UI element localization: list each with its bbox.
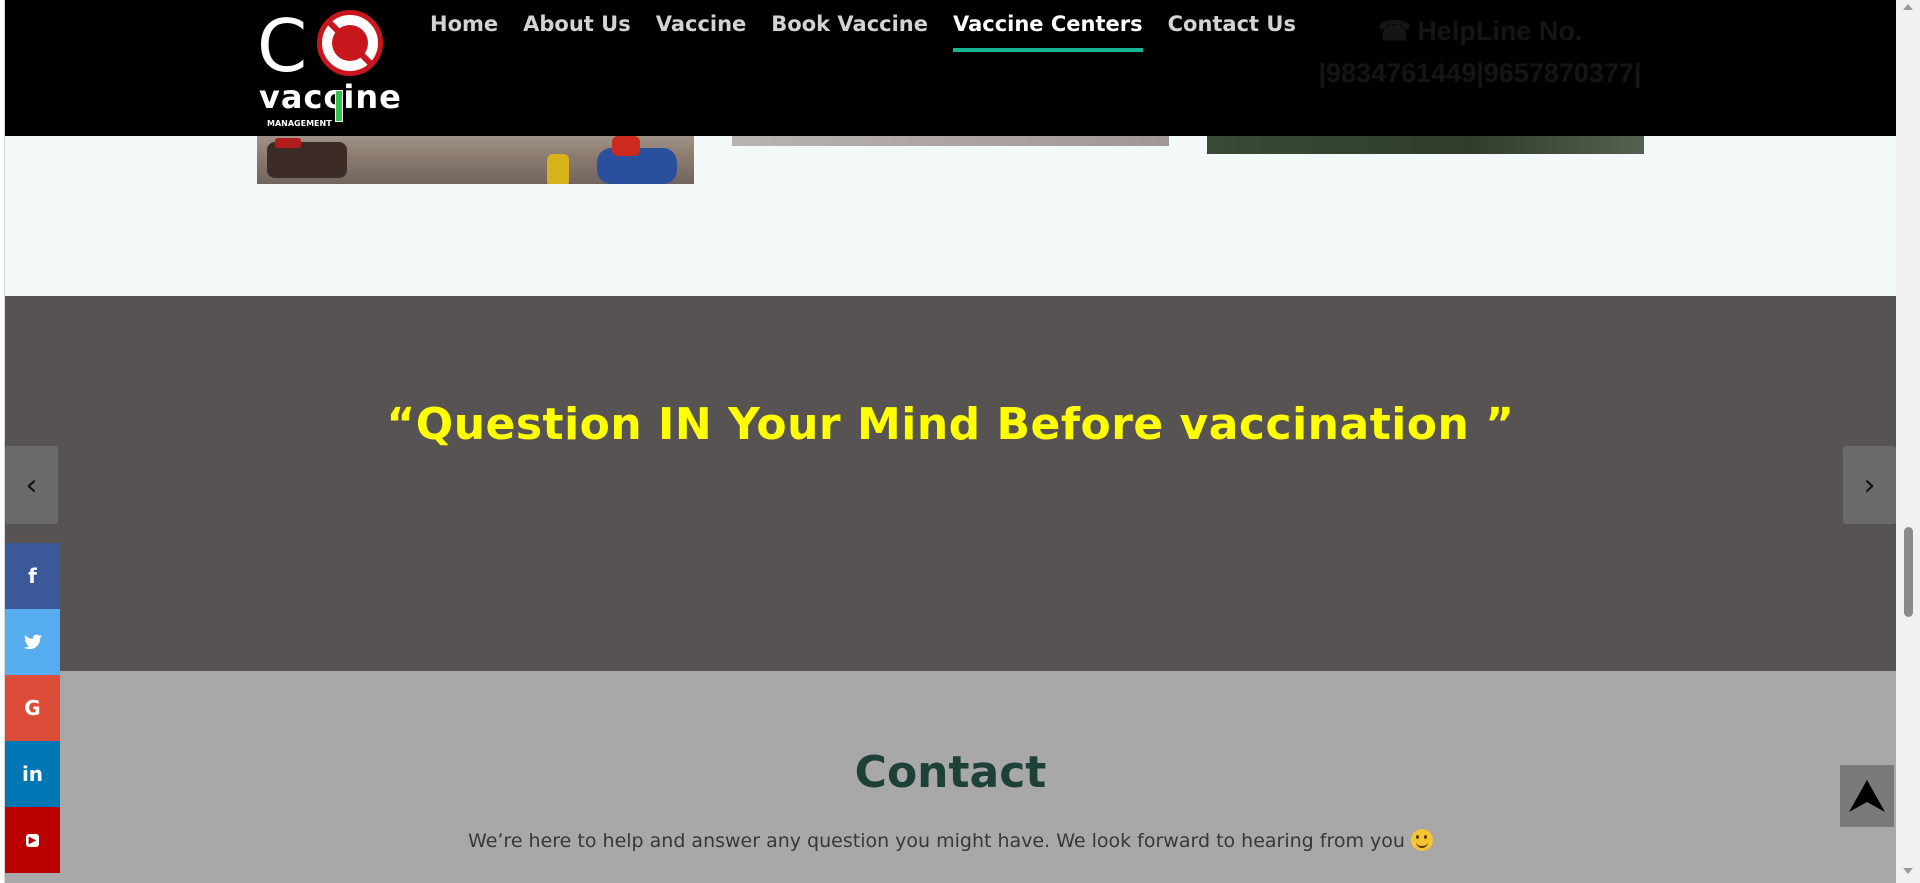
logo-letter: C: [257, 4, 308, 88]
smiley-emoji-icon: [1410, 829, 1433, 851]
scrollbar-thumb[interactable]: [1904, 527, 1913, 617]
page-edge: [0, 0, 5, 883]
linkedin-icon: in: [21, 762, 44, 786]
back-to-top-button[interactable]: [1840, 765, 1894, 827]
helpline-label: HelpLine No.: [1417, 16, 1583, 46]
nav-contact-us[interactable]: Contact Us: [1168, 12, 1296, 52]
phone-icon: ☎: [1377, 16, 1412, 46]
helpline-label-row: ☎ HelpLine No.: [1290, 10, 1670, 52]
scroll-up-icon[interactable]: [1903, 4, 1913, 10]
logo-word: vaccine: [259, 78, 402, 116]
linkedin-button[interactable]: in: [5, 741, 60, 807]
syringe-icon: [335, 90, 343, 122]
twitter-icon: [23, 634, 42, 650]
page-scrollbar[interactable]: [1896, 0, 1920, 883]
virus-crossed-icon: [317, 10, 383, 76]
youtube-icon: ▶: [25, 833, 40, 847]
contact-description: We’re here to help and answer any questi…: [5, 829, 1896, 852]
nav-about-us[interactable]: About Us: [523, 12, 631, 52]
scroll-down-icon[interactable]: [1903, 868, 1913, 874]
site-logo[interactable]: C vaccine MANAGEMENT: [257, 4, 401, 132]
google-icon: G: [24, 696, 41, 720]
vaccine-centers-gallery: [5, 136, 1896, 296]
center-photo-2[interactable]: [732, 136, 1169, 146]
logo-subtitle: MANAGEMENT: [267, 119, 332, 128]
main-nav: Home About Us Vaccine Book Vaccine Vacci…: [430, 12, 1296, 52]
photo-bike-seat: [275, 138, 301, 148]
contact-section: Contact We’re here to help and answer an…: [5, 671, 1896, 883]
carousel-prev-button[interactable]: ‹: [5, 446, 58, 524]
carousel-next-button[interactable]: ›: [1843, 446, 1896, 524]
nav-vaccine-centers[interactable]: Vaccine Centers: [952, 12, 1143, 52]
contact-title: Contact: [854, 747, 1047, 798]
photo-person: [612, 136, 640, 156]
chevron-right-icon: ›: [1863, 467, 1876, 503]
arrow-up-icon: [1849, 780, 1885, 812]
nav-vaccine[interactable]: Vaccine: [656, 12, 747, 52]
contact-description-text: We’re here to help and answer any questi…: [468, 830, 1405, 852]
quote-heading: “Question IN Your Mind Before vaccinatio…: [386, 399, 1515, 450]
social-share-bar: f G in ▶: [5, 543, 60, 873]
center-photo-3[interactable]: [1207, 136, 1644, 154]
facebook-button[interactable]: f: [5, 543, 60, 609]
faq-quote-carousel: “Question IN Your Mind Before vaccinatio…: [5, 296, 1896, 671]
google-plus-button[interactable]: G: [5, 675, 60, 741]
photo-child: [547, 154, 569, 184]
helpline-info: ☎ HelpLine No. |9834761449|9657870377|: [1290, 10, 1670, 94]
youtube-button[interactable]: ▶: [5, 807, 60, 873]
center-photo-1[interactable]: [257, 136, 694, 184]
site-header: C vaccine MANAGEMENT Home About Us Vacci…: [5, 0, 1896, 136]
chevron-left-icon: ‹: [25, 467, 38, 503]
nav-book-vaccine[interactable]: Book Vaccine: [771, 12, 928, 52]
facebook-icon: f: [28, 564, 37, 588]
nav-home[interactable]: Home: [430, 12, 498, 52]
twitter-button[interactable]: [5, 609, 60, 675]
helpline-numbers: |9834761449|9657870377|: [1318, 58, 1642, 88]
